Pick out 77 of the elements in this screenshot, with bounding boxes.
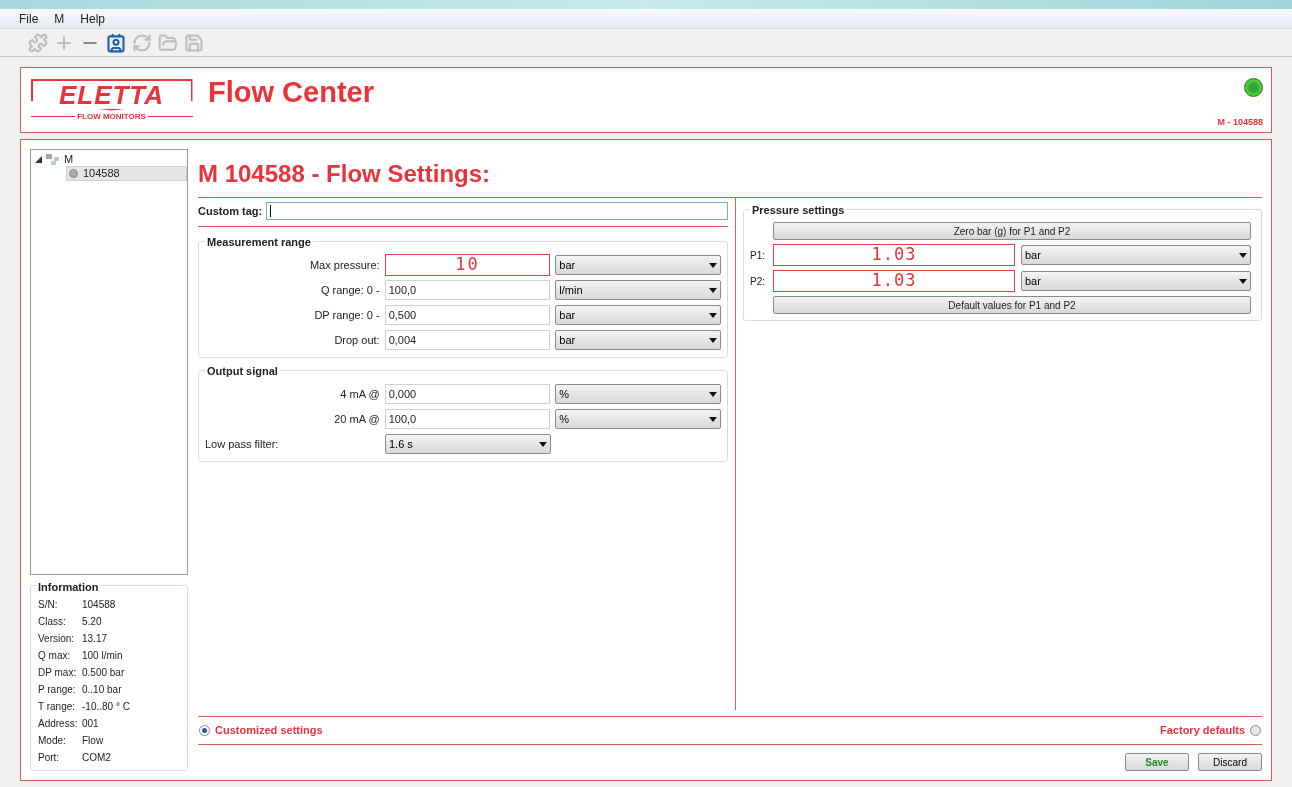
dropdown-arrow-icon (709, 262, 717, 268)
device-label: M - 104588 (1217, 115, 1263, 129)
filter-dropdown[interactable]: 1.6 s (385, 434, 551, 454)
unit-dropdown[interactable]: bar (1021, 271, 1251, 291)
unit-dropdown[interactable]: bar (555, 305, 721, 325)
field-label: Q range: 0 - (319, 282, 380, 298)
info-value: COM2 (82, 751, 111, 765)
field-label: Custom tag: (198, 203, 263, 219)
info-value: 13.17 (82, 632, 108, 646)
tree-item[interactable]: 104588 (66, 166, 187, 181)
save-button[interactable]: Save (1125, 753, 1189, 771)
field-label: Low pass filter: (205, 436, 280, 452)
expand-toggle-icon[interactable] (35, 155, 42, 163)
info-label: Mode: (38, 734, 67, 748)
info-label: Address: (38, 717, 79, 731)
input-field[interactable]: 100,0 (384, 280, 551, 300)
info-value: -10..80 ° C (82, 700, 130, 714)
network-icon (46, 153, 60, 165)
menu-item[interactable]: Help (80, 9, 106, 28)
field-label: 20 mA @ (333, 411, 380, 427)
mode-option-label[interactable]: Factory defaults (1160, 722, 1245, 739)
eletta-logo: ELETTA FLOW MONITORS (29, 78, 194, 122)
app-title: Flow Center (208, 75, 374, 111)
input-field[interactable]: 0,000 (384, 384, 551, 404)
id-card-icon[interactable] (106, 32, 126, 53)
digital-display: 10 (384, 254, 551, 276)
dropdown-arrow-icon (1239, 252, 1247, 258)
radio-button[interactable] (199, 725, 210, 736)
info-value: 5.20 (82, 615, 102, 629)
info-label: S/N: (38, 598, 59, 612)
page-title: M 104588 - Flow Settings: (198, 159, 491, 189)
unit-dropdown[interactable]: l/min (555, 280, 721, 300)
field-label: P2: (750, 274, 766, 289)
info-label: T range: (38, 700, 77, 714)
digital-display: 1.03 (773, 244, 1015, 266)
dropdown-arrow-icon (709, 337, 717, 343)
info-label: Version: (38, 632, 76, 646)
input-field[interactable]: 0,004 (384, 330, 551, 350)
input-field[interactable]: 0,500 (384, 305, 551, 325)
unit-dropdown[interactable]: % (555, 409, 721, 429)
field-label: Drop out: (333, 332, 380, 348)
mode-option-label[interactable]: Customized settings (215, 722, 323, 739)
menu-item[interactable]: File (19, 9, 39, 28)
tree-item[interactable]: M (64, 150, 74, 168)
info-value: Flow (82, 734, 104, 748)
dropdown-arrow-icon (539, 441, 547, 447)
info-value: 100 l/min (82, 649, 123, 663)
dropdown-arrow-icon (1239, 278, 1247, 284)
menu-item[interactable]: M (54, 9, 65, 28)
discard-button[interactable]: Discard (1198, 753, 1262, 771)
dropdown-arrow-icon (709, 416, 717, 422)
field-label: DP range: 0 - (313, 307, 380, 323)
unit-dropdown[interactable]: bar (1021, 245, 1251, 265)
zero-pressure-button[interactable]: Zero bar (g) for P1 and P2 (773, 222, 1251, 240)
dropdown-arrow-icon (709, 391, 717, 397)
dropdown-arrow-icon (709, 287, 717, 293)
field-label: P1: (750, 248, 766, 263)
unit-dropdown[interactable]: % (555, 384, 721, 404)
info-label: Port: (38, 751, 61, 765)
dropdown-arrow-icon (709, 312, 717, 318)
field-label: 4 mA @ (339, 386, 380, 402)
field-label: Max pressure: (308, 257, 380, 273)
unit-dropdown[interactable]: bar (555, 255, 721, 275)
unit-dropdown[interactable]: bar (555, 330, 721, 350)
info-label: DP max: (38, 666, 78, 680)
default-values-button[interactable]: Default values for P1 and P2 (773, 296, 1251, 314)
radio-button[interactable] (1250, 725, 1261, 736)
info-label: Class: (38, 615, 67, 629)
custom-tag-field[interactable] (266, 202, 728, 220)
input-field[interactable]: 100,0 (384, 409, 551, 429)
info-value: 0.500 bar (82, 666, 125, 680)
info-label: P range: (38, 683, 77, 697)
info-value: 0..10 bar (82, 683, 122, 697)
digital-display: 1.03 (773, 270, 1015, 292)
info-value: 104588 (82, 598, 116, 612)
info-value: 001 (82, 717, 99, 731)
info-label: Q max: (38, 649, 72, 663)
